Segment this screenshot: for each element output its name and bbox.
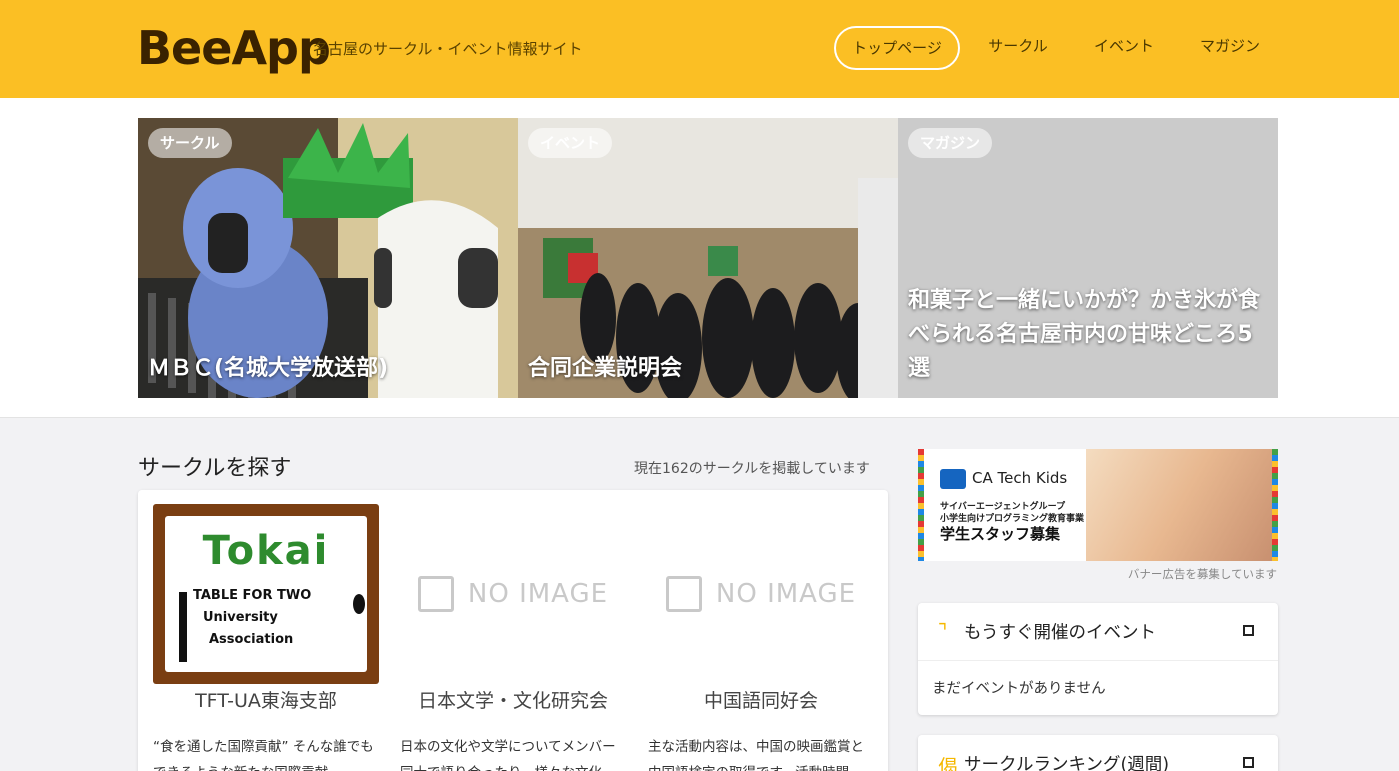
widget-title: もうすぐ開催のイベント <box>964 623 1156 643</box>
banner-headline: 学生スタッフ募集 <box>940 525 1061 543</box>
ranking-icon: 偈 <box>938 755 958 771</box>
hero-section: サークル ＭＢＣ(名城大学放送部) イベント 合同企業説明会 マガジン 和菓子と… <box>0 98 1399 418</box>
circle-description: 日本の文化や文学についてメンバー同士で語り合ったり、様々な文化 <box>400 739 616 771</box>
banner-note[interactable]: バナー広告を募集しています <box>918 566 1277 582</box>
logo-line: TABLE FOR TWO <box>193 588 312 603</box>
circle-name[interactable]: 中国語同好会 <box>648 686 874 716</box>
circle-list: Tokai TABLE FOR TWO University Associati… <box>138 490 888 771</box>
circle-logo-image: Tokai TABLE FOR TWO University Associati… <box>153 504 379 684</box>
no-image-text: NO IMAGE <box>467 579 609 609</box>
nav-events[interactable]: イベント <box>1076 26 1172 70</box>
nav-magazine[interactable]: マガジン <box>1182 26 1278 70</box>
no-image-text: NO IMAGE <box>715 579 857 609</box>
nav-top-page[interactable]: トップページ <box>834 26 960 70</box>
hero-tile-magazine[interactable]: マガジン 和菓子と一緒にいかが？かき氷が食べられる名古屋市内の甘味どころ5選 <box>898 118 1278 398</box>
widget-header[interactable]: 偈 サークルランキング(週間) <box>918 735 1278 771</box>
circle-description: 主な活動内容は、中国の映画鑑賞と中国語検定の取得です。活動時間 <box>648 739 864 771</box>
image-icon <box>417 576 454 612</box>
banner-brand: CA Tech Kids <box>972 469 1068 487</box>
collapse-toggle-icon[interactable] <box>1243 757 1254 768</box>
hero-badge: イベント <box>528 128 613 158</box>
chopstick-icon <box>179 592 187 662</box>
banner-border <box>1272 449 1278 561</box>
hero-tile-event[interactable]: イベント 合同企業説明会 <box>518 118 898 398</box>
sidebar-banner-ad[interactable]: CA Tech Kids サイバーエージェントグループ 小学生向けプログラミング… <box>918 449 1278 561</box>
circle-card[interactable]: NO IMAGE 中国語同好会 主な活動内容は、中国の映画鑑賞と中国語検定の取得… <box>648 504 874 771</box>
no-image-placeholder: NO IMAGE <box>400 504 626 684</box>
image-icon <box>665 576 702 612</box>
hero-badge: マガジン <box>908 128 993 158</box>
nav-circles[interactable]: サークル <box>970 26 1066 70</box>
ranking-widget: 偈 サークルランキング(週間) <box>918 735 1278 771</box>
hero-title: ＭＢＣ(名城大学放送部) <box>148 356 389 381</box>
collapse-toggle-icon[interactable] <box>1243 625 1254 636</box>
circle-card[interactable]: NO IMAGE 日本文学・文化研究会 日本の文化や文学についてメンバー同士で語… <box>400 504 626 771</box>
hero-title: 合同企業説明会 <box>528 356 683 381</box>
section-title: サークルを探す <box>138 456 292 481</box>
banner-photo <box>1086 449 1272 561</box>
logo-line: University <box>203 610 278 625</box>
site-logo[interactable]: BeeApp <box>137 20 331 76</box>
spoon-icon <box>353 594 365 614</box>
site-header: BeeApp 名古屋のサークル・イベント情報サイト トップページ サークル イベ… <box>0 0 1399 98</box>
tech-kids-logo-icon <box>940 469 966 489</box>
hero-badge: サークル <box>148 128 232 158</box>
logo-line: Association <box>209 632 294 647</box>
circle-description: “食を通した国際貢献” そんな誰でもできるような新たな国際貢献 <box>153 739 374 771</box>
circle-name[interactable]: TFT-UA東海支部 <box>153 686 379 716</box>
hero-title: 和菓子と一緒にいかが？かき氷が食べられる名古屋市内の甘味どころ5選 <box>908 288 1261 381</box>
upcoming-events-widget: ⌝ もうすぐ開催のイベント まだイベントがありません <box>918 603 1278 715</box>
banner-border <box>918 449 924 561</box>
site-tagline: 名古屋のサークル・イベント情報サイト <box>313 40 583 58</box>
logo-panel: Tokai TABLE FOR TWO University Associati… <box>165 516 367 672</box>
hook-icon: ⌝ <box>938 619 948 643</box>
widget-header[interactable]: ⌝ もうすぐ開催のイベント <box>918 603 1278 661</box>
circle-card[interactable]: Tokai TABLE FOR TWO University Associati… <box>153 504 379 771</box>
circle-name[interactable]: 日本文学・文化研究会 <box>400 686 626 716</box>
hero-tile-circle[interactable]: サークル ＭＢＣ(名城大学放送部) <box>138 118 518 398</box>
widget-title: サークルランキング(週間) <box>964 755 1170 771</box>
widget-empty-message: まだイベントがありません <box>932 681 1106 697</box>
no-image-placeholder: NO IMAGE <box>648 504 874 684</box>
circle-count: 現在162のサークルを掲載しています <box>634 461 870 477</box>
logo-wordmark: Tokai <box>202 528 330 574</box>
